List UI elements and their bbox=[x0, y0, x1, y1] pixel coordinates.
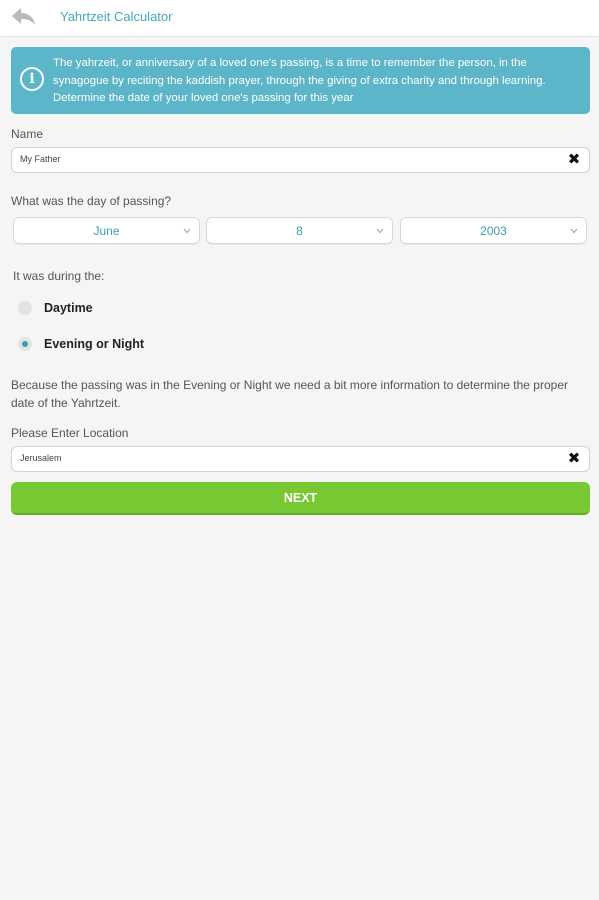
explanation-text: Because the passing was in the Evening o… bbox=[11, 378, 568, 410]
page-title: Yahrtzeit Calculator bbox=[60, 9, 173, 24]
app-header: Yahrtzeit Calculator bbox=[0, 0, 599, 37]
time-of-day-label: It was during the: bbox=[13, 269, 105, 283]
radio-label: Daytime bbox=[44, 301, 93, 315]
chevron-down-icon bbox=[570, 228, 578, 234]
chevron-down-icon bbox=[376, 228, 384, 234]
radio-option-daytime[interactable]: Daytime bbox=[18, 301, 93, 315]
radio-option-evening[interactable]: Evening or Night bbox=[18, 337, 144, 351]
info-banner: i The yahrzeit, or anniversary of a love… bbox=[11, 47, 590, 114]
reply-arrow-icon bbox=[12, 8, 35, 25]
info-icon: i bbox=[20, 67, 44, 91]
year-select[interactable]: 2003 bbox=[400, 217, 587, 244]
location-label: Please Enter Location bbox=[11, 426, 129, 440]
chevron-down-icon bbox=[183, 228, 191, 234]
name-label: Name bbox=[11, 127, 44, 141]
name-input-value: My Father bbox=[20, 154, 61, 164]
location-input-value: Jerusalem bbox=[20, 453, 62, 463]
day-select[interactable]: 8 bbox=[206, 217, 393, 244]
next-button[interactable]: NEXT bbox=[11, 482, 590, 515]
clear-location-icon[interactable]: ✖ bbox=[567, 451, 581, 467]
location-input[interactable]: Jerusalem ✖ bbox=[11, 446, 590, 472]
clear-name-icon[interactable]: ✖ bbox=[567, 152, 581, 168]
radio-button[interactable] bbox=[18, 337, 32, 351]
back-button[interactable] bbox=[10, 5, 38, 29]
name-input[interactable]: My Father ✖ bbox=[11, 147, 590, 173]
info-text: The yahrzeit, or anniversary of a loved … bbox=[53, 57, 546, 104]
month-select[interactable]: June bbox=[13, 217, 200, 244]
date-label: What was the day of passing? bbox=[11, 194, 172, 208]
day-value: 8 bbox=[296, 224, 303, 238]
radio-button[interactable] bbox=[18, 301, 32, 315]
month-value: June bbox=[93, 224, 120, 238]
radio-label: Evening or Night bbox=[44, 337, 144, 351]
year-value: 2003 bbox=[480, 224, 507, 238]
